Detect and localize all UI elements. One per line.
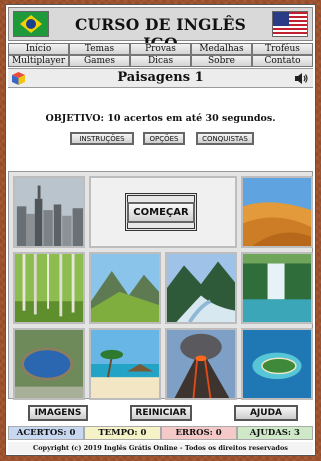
image-grid: COMEÇAR [8, 171, 313, 400]
errors-counter: ERROS: 0 [160, 426, 237, 440]
bottom-bar: IMAGENS REINICIAR AJUDA [8, 401, 313, 423]
header: CURSO DE INGLÊS IGO [8, 7, 313, 53]
images-button[interactable]: IMAGENS [28, 405, 88, 421]
image-crater-lake[interactable] [13, 328, 85, 400]
menu-item-inicio[interactable]: Início [8, 43, 69, 55]
options-button[interactable]: OPÇÕES [143, 132, 185, 145]
achievements-button[interactable]: CONQUISTAS [196, 132, 254, 145]
restart-button[interactable]: REINICIAR [130, 405, 192, 421]
menu-item-medalhas[interactable]: Medalhas [191, 43, 252, 55]
menu-item-contato[interactable]: Contato [252, 55, 313, 67]
image-tropical-beach[interactable] [89, 328, 161, 400]
image-birch-forest[interactable] [13, 252, 85, 324]
speaker-icon[interactable] [294, 72, 308, 85]
image-waterfall[interactable] [241, 252, 313, 324]
image-island-atoll[interactable] [241, 328, 313, 400]
hits-counter: ACERTOS: 0 [8, 426, 85, 440]
instructions-button[interactable]: INSTRUÇÕES [70, 132, 134, 145]
menu-item-dicas[interactable]: Dicas [130, 55, 191, 67]
start-area: COMEÇAR [89, 176, 237, 248]
app-frame: CURSO DE INGLÊS IGO Início Temas Provas … [5, 4, 316, 456]
start-button-label: COMEÇAR [127, 201, 195, 223]
menu-item-sobre[interactable]: Sobre [191, 55, 252, 67]
image-volcano[interactable] [165, 328, 237, 400]
objective-panel: OBJETIVO: 10 acertos em até 30 segundos.… [8, 89, 313, 169]
footer-copyright: Copyright (c) 2019 Inglês Grátis Online … [8, 442, 313, 454]
main-menu: Início Temas Provas Medalhas Troféus Mul… [8, 43, 313, 67]
image-city-skyline[interactable] [13, 176, 85, 248]
status-bar: ACERTOS: 0 TEMPO: 0 ERROS: 0 AJUDAS: 3 [8, 426, 313, 440]
helps-counter: AJUDAS: 3 [236, 426, 313, 440]
usa-flag-icon[interactable] [272, 11, 308, 37]
menu-item-trofeus[interactable]: Troféus [252, 43, 313, 55]
objective-text: OBJETIVO: 10 acertos em até 30 segundos. [45, 113, 276, 124]
level-title: Paisagens 1 [117, 70, 204, 85]
image-mountain-river[interactable] [165, 252, 237, 324]
image-desert-dunes[interactable] [241, 176, 313, 248]
menu-item-temas[interactable]: Temas [69, 43, 130, 55]
help-button[interactable]: AJUDA [234, 405, 298, 421]
menu-item-provas[interactable]: Provas [130, 43, 191, 55]
start-button[interactable]: COMEÇAR [125, 193, 197, 231]
level-bar: Paisagens 1 [8, 68, 313, 88]
time-counter: TEMPO: 0 [84, 426, 161, 440]
brazil-flag-icon[interactable] [13, 11, 49, 37]
menu-item-multiplayer[interactable]: Multiplayer [8, 55, 69, 67]
menu-item-games[interactable]: Games [69, 55, 130, 67]
image-green-mountains[interactable] [89, 252, 161, 324]
